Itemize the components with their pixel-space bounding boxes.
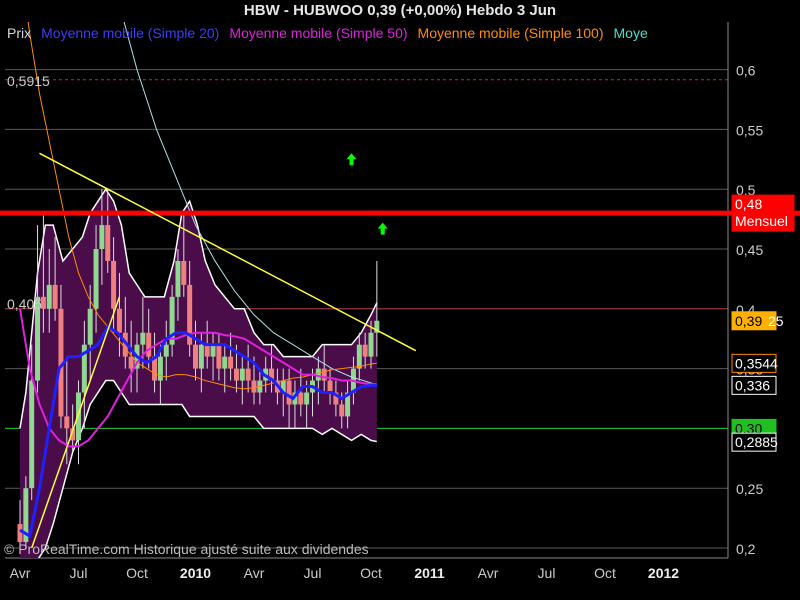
candle-body [46, 284, 52, 309]
candle-body [29, 380, 35, 489]
candle-body [175, 260, 181, 297]
price-tag-sublabel: Mensuel [735, 213, 788, 229]
x-tick-label: 2011 [414, 565, 445, 581]
candle-body [76, 392, 81, 441]
x-tick-label: Oct [126, 565, 148, 581]
candle-body [222, 356, 228, 369]
x-tick-label: 2012 [648, 565, 679, 581]
price-tag-label: 0,2885 [735, 434, 778, 450]
candle-body [146, 332, 152, 357]
price-tag-label: 0,39 [735, 313, 762, 329]
legend-item: Moyenne mobile (Simple 20) [41, 25, 219, 41]
x-tick-label: Jul [538, 565, 556, 581]
level-annotation: 0,405 [7, 296, 42, 312]
candle-body [93, 249, 99, 309]
x-tick-label: Avr [244, 565, 265, 581]
candle-body [128, 356, 134, 369]
legend-item: Moyenne mobile (Simple 50) [229, 25, 407, 41]
candle-body [216, 344, 222, 369]
candle-body [64, 416, 70, 429]
y-tick-label: 0,6 [736, 63, 756, 79]
candle-body [157, 356, 163, 381]
candle-body [111, 260, 117, 309]
candle-body [327, 380, 333, 393]
indicator-legend: Prix Moyenne mobile (Simple 20) Moyenne mo… [7, 25, 648, 41]
price-tag: 0,39 25 [731, 311, 784, 331]
price-tag-label: 0,3544 [735, 355, 778, 371]
x-tick-label: Jul [70, 565, 88, 581]
price-tag-label: 0,48 [735, 196, 762, 212]
candle-body [368, 332, 374, 357]
price-tag-label: 0,336 [735, 377, 770, 393]
candle-body [181, 260, 187, 285]
price-tag-suffix: 25 [768, 313, 784, 329]
watermark: © ProRealTime.com Historique ajusté suit… [4, 541, 369, 557]
candle-body [304, 392, 310, 405]
x-tick-label: Oct [360, 565, 382, 581]
candle-body [116, 308, 122, 333]
y-tick-label: 0,45 [736, 242, 763, 258]
candle-body [99, 225, 105, 249]
chart-title: HBW - HUBWOO 0,39 (+0,00%) Hebdo 3 Jun [243, 2, 557, 19]
candle-body [210, 344, 216, 357]
y-tick-label: 0,55 [736, 122, 763, 138]
candle-body [193, 344, 198, 369]
candle-body [163, 344, 169, 357]
candle-body [228, 356, 234, 369]
candle-body [204, 344, 210, 357]
candle-body [339, 404, 345, 417]
candle-body [87, 308, 93, 345]
x-tick-label: Avr [10, 565, 31, 581]
candle-body [245, 368, 251, 381]
x-tick-label: 2010 [180, 565, 211, 581]
stock-chart: 0,20,250,30,350,40,450,50,550,60,59150,4… [0, 0, 800, 600]
price-tag: 0,2885 [731, 432, 778, 452]
candle-body [251, 380, 257, 393]
price-tag: 0,3544 [731, 353, 778, 373]
legend-item: Moyenne mobile (Simple 100) [418, 25, 604, 41]
legend-item: Prix [7, 25, 31, 41]
x-tick-label: Oct [594, 565, 616, 581]
candle-body [233, 368, 239, 381]
candle-body [239, 368, 245, 381]
legend-item: Moye [614, 25, 648, 41]
y-tick-label: 0,25 [736, 481, 763, 497]
price-tag: 0,48Mensuel [731, 194, 795, 232]
candle-body [198, 344, 204, 369]
candle-body [286, 380, 292, 405]
candle-body [17, 524, 23, 543]
candle-body [298, 392, 304, 405]
level-annotation: 0,5915 [7, 73, 50, 89]
candle-body [356, 344, 362, 369]
x-tick-label: Jul [304, 565, 322, 581]
candle-body [105, 225, 111, 261]
y-tick-label: 0,2 [736, 541, 756, 557]
candle-body [321, 368, 327, 381]
candle-body [52, 284, 58, 309]
price-tag: 0,336 [731, 375, 777, 395]
candle-body [362, 344, 368, 357]
candle-body [140, 332, 146, 345]
x-tick-label: Avr [478, 565, 499, 581]
